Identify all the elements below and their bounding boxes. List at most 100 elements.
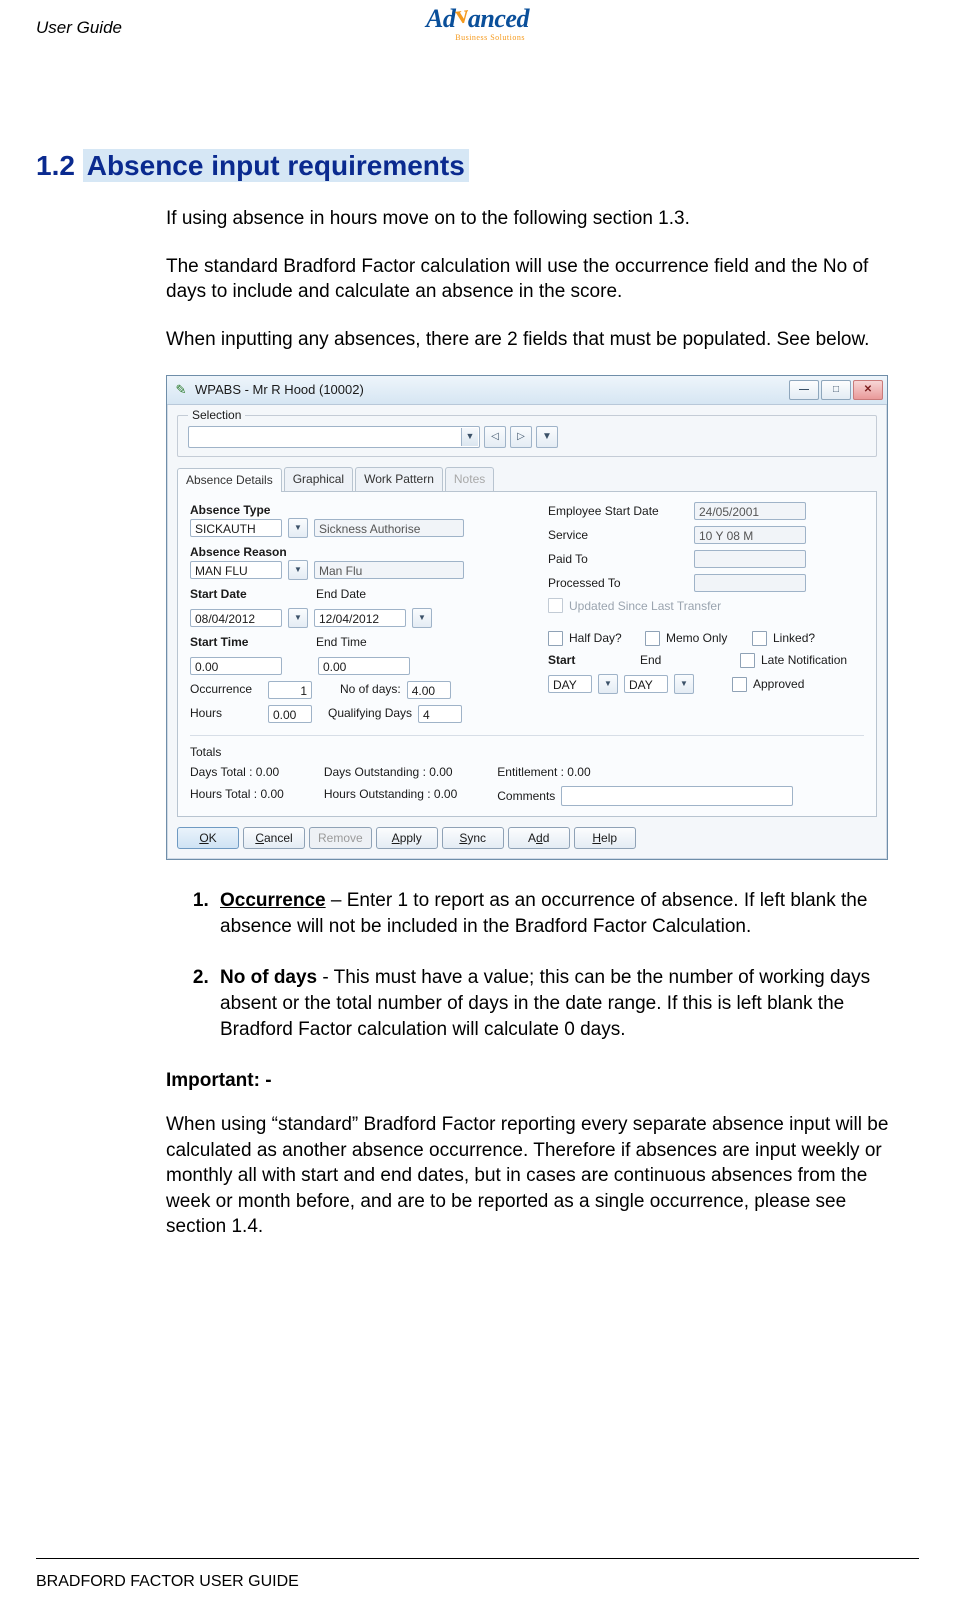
start-date-picker[interactable]: ▼ xyxy=(288,608,308,628)
paragraph-2: The standard Bradford Factor calculation… xyxy=(166,254,909,305)
start-time-input[interactable]: 0.00 xyxy=(190,657,282,675)
section-number: 1.2 xyxy=(36,150,75,181)
section-heading: 1.2 Absence input requirements xyxy=(36,150,919,182)
entitlement: Entitlement : 0.00 xyxy=(497,764,793,780)
wpabs-window: ✎ WPABS - Mr R Hood (10002) — □ ✕ Select… xyxy=(166,375,888,861)
hours-total: Hours Total : 0.00 xyxy=(190,786,284,802)
qualifying-days-label: Qualifying Days xyxy=(328,705,412,721)
record-dropdown-button[interactable]: ▼ xyxy=(536,426,558,448)
paid-to-value xyxy=(694,550,806,568)
doc-header-label: User Guide xyxy=(36,18,122,38)
minimize-button[interactable]: — xyxy=(789,380,819,400)
end-sel-label: End xyxy=(640,652,680,668)
important-text: When using “standard” Bradford Factor re… xyxy=(166,1112,909,1240)
days-total: Days Total : 0.00 xyxy=(190,764,284,780)
chevron-down-icon: ▼ xyxy=(461,428,478,446)
absence-details-panel: Absence Type SICKAUTH ▼ Sickness Authori… xyxy=(177,491,877,817)
half-day-checkbox[interactable] xyxy=(548,631,563,646)
absence-type-label: Absence Type xyxy=(190,502,530,518)
footer-text: BRADFORD FACTOR USER GUIDE xyxy=(36,1573,299,1591)
cancel-button[interactable]: Cancel xyxy=(243,827,305,849)
hours-input[interactable]: 0.00 xyxy=(268,705,312,723)
selection-group: Selection ▼ ◁ ▷ ▼ xyxy=(177,415,877,457)
app-icon: ✎ xyxy=(173,382,189,398)
absence-reason-dropdown[interactable]: ▼ xyxy=(288,560,308,580)
tab-graphical[interactable]: Graphical xyxy=(284,467,353,491)
absence-reason-label: Absence Reason xyxy=(190,544,530,560)
titlebar: ✎ WPABS - Mr R Hood (10002) — □ ✕ xyxy=(167,376,887,405)
maximize-button[interactable]: □ xyxy=(821,380,851,400)
tab-absence-details[interactable]: Absence Details xyxy=(177,468,282,492)
selection-combo[interactable]: ▼ xyxy=(188,426,480,448)
qualifying-days-input[interactable]: 4 xyxy=(418,705,462,723)
list-item-2-text: - This must have a value; this can be th… xyxy=(220,967,870,1039)
start-sel-label: Start xyxy=(548,652,588,668)
end-time-input[interactable]: 0.00 xyxy=(318,657,410,675)
start-date-label: Start Date xyxy=(190,586,310,602)
add-button[interactable]: Add xyxy=(508,827,570,849)
late-notification-label: Late Notification xyxy=(761,652,847,668)
tab-work-pattern[interactable]: Work Pattern xyxy=(355,467,443,491)
half-day-label: Half Day? xyxy=(569,630,639,646)
no-of-days-input[interactable]: 4.00 xyxy=(407,681,451,699)
memo-only-checkbox[interactable] xyxy=(645,631,660,646)
start-sel-dropdown[interactable]: ▼ xyxy=(598,674,618,694)
occurrence-label: Occurrence xyxy=(190,681,262,697)
comments-input[interactable] xyxy=(561,786,793,806)
processed-to-label: Processed To xyxy=(548,575,688,591)
end-sel-dropdown[interactable]: ▼ xyxy=(674,674,694,694)
end-date-label: End Date xyxy=(316,586,366,602)
absence-type-desc: Sickness Authorise xyxy=(314,519,464,537)
approved-label: Approved xyxy=(753,676,804,692)
updated-since-checkbox xyxy=(548,598,563,613)
next-record-button[interactable]: ▷ xyxy=(510,426,532,448)
updated-since-label: Updated Since Last Transfer xyxy=(569,598,721,614)
hours-label: Hours xyxy=(190,705,262,721)
memo-only-label: Memo Only xyxy=(666,630,746,646)
end-sel-input[interactable]: DAY xyxy=(624,675,668,693)
list-item-2: No of days - This must have a value; thi… xyxy=(214,965,909,1042)
footer-divider xyxy=(36,1558,919,1559)
list-item-1: Occurrence – Enter 1 to report as an occ… xyxy=(214,888,909,939)
late-notification-checkbox[interactable] xyxy=(740,653,755,668)
absence-type-dropdown[interactable]: ▼ xyxy=(288,518,308,538)
tab-notes: Notes xyxy=(445,467,494,491)
end-time-label: End Time xyxy=(316,634,367,650)
service-label: Service xyxy=(548,527,688,543)
prev-record-button[interactable]: ◁ xyxy=(484,426,506,448)
absence-reason-desc: Man Flu xyxy=(314,561,464,579)
end-date-picker[interactable]: ▼ xyxy=(412,608,432,628)
linked-label: Linked? xyxy=(773,630,815,646)
approved-checkbox[interactable] xyxy=(732,677,747,692)
end-date-input[interactable]: 12/04/2012 xyxy=(314,609,406,627)
sync-button[interactable]: Sync xyxy=(442,827,504,849)
ok-button[interactable]: OK xyxy=(177,827,239,849)
list-item-1-lead: Occurrence xyxy=(220,890,326,911)
emp-start-date-label: Employee Start Date xyxy=(548,503,688,519)
help-button[interactable]: Help xyxy=(574,827,636,849)
days-outstanding: Days Outstanding : 0.00 xyxy=(324,764,457,780)
paid-to-label: Paid To xyxy=(548,551,688,567)
absence-type-code[interactable]: SICKAUTH xyxy=(190,519,282,537)
body-content: If using absence in hours move on to the… xyxy=(166,206,909,1240)
absence-reason-code[interactable]: MAN FLU xyxy=(190,561,282,579)
processed-to-value xyxy=(694,574,806,592)
emp-start-date-value: 24/05/2001 xyxy=(694,502,806,520)
window-title: WPABS - Mr R Hood (10002) xyxy=(195,381,364,399)
start-sel-input[interactable]: DAY xyxy=(548,675,592,693)
linked-checkbox[interactable] xyxy=(752,631,767,646)
occurrence-input[interactable]: 1 xyxy=(268,681,312,699)
important-label: Important: - xyxy=(166,1068,909,1094)
service-value: 10 Y 08 M xyxy=(694,526,806,544)
start-time-label: Start Time xyxy=(190,634,310,650)
list-item-2-lead: No of days xyxy=(220,967,317,988)
close-button[interactable]: ✕ xyxy=(853,380,883,400)
brand-logo: Advanced Business Solutions xyxy=(426,6,529,42)
section-title: Absence input requirements xyxy=(83,149,469,182)
apply-button[interactable]: Apply xyxy=(376,827,438,849)
paragraph-1: If using absence in hours move on to the… xyxy=(166,206,909,232)
remove-button: Remove xyxy=(309,827,372,849)
hours-outstanding: Hours Outstanding : 0.00 xyxy=(324,786,457,802)
start-date-input[interactable]: 08/04/2012 xyxy=(190,609,282,627)
numbered-list: Occurrence – Enter 1 to report as an occ… xyxy=(166,888,909,1042)
